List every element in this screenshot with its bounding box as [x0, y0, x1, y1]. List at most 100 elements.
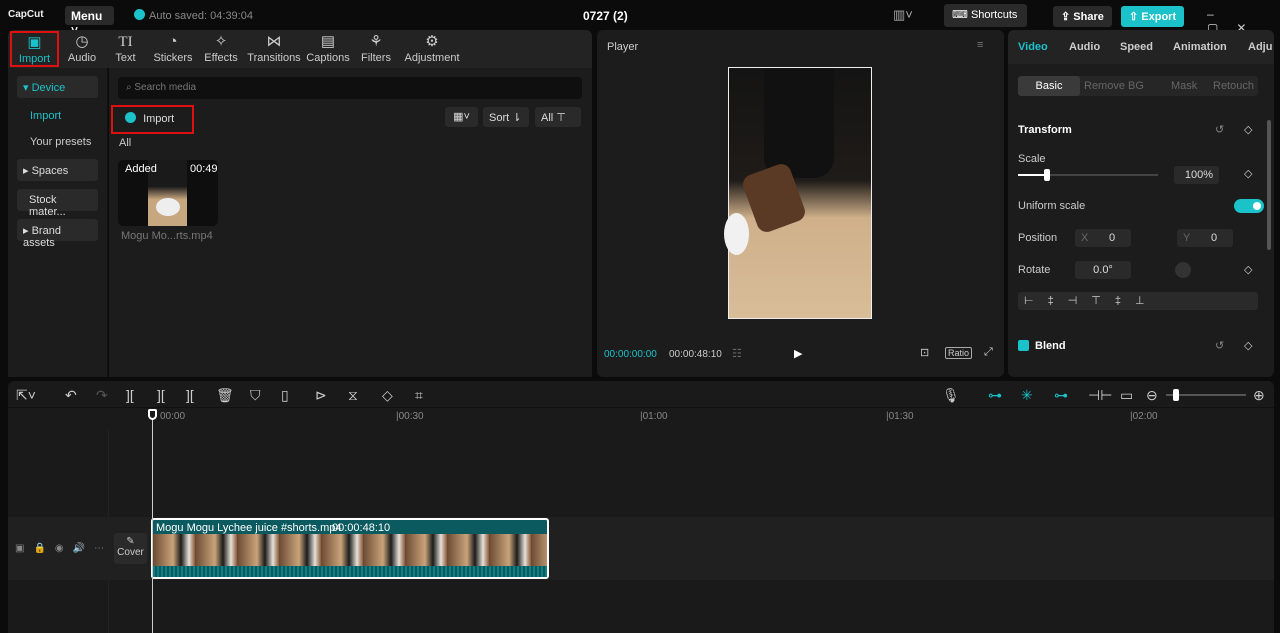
keyframe-icon[interactable]: ◇ [1244, 167, 1252, 180]
sort-button[interactable]: Sort ⇂ [483, 107, 529, 127]
ratio-button[interactable]: Ratio [945, 347, 973, 359]
reverse-icon[interactable]: ⊳ [315, 387, 327, 404]
x-value: 0 [1109, 232, 1116, 244]
magnet-icon[interactable]: ✳ [1021, 387, 1033, 404]
keyframe-icon[interactable]: ◇ [1244, 339, 1252, 352]
tab-audio-props[interactable]: Audio [1069, 41, 1100, 53]
tab-transitions[interactable]: ⋈ Transitions [247, 32, 301, 64]
scrollbar[interactable] [1267, 120, 1271, 250]
keyframe-icon[interactable]: ◇ [1244, 263, 1252, 276]
playhead-handle[interactable] [148, 409, 157, 420]
undo-icon[interactable]: ↶ [65, 387, 77, 404]
playhead[interactable] [152, 411, 153, 633]
track-controls[interactable]: ▣🔒◉🔊⋯ [15, 543, 113, 554]
sidebar-item-presets[interactable]: Your presets [30, 136, 91, 148]
align-toolbar[interactable]: ⊢‡⊣⊤‡⊥ [1018, 292, 1258, 310]
tab-label: Import [18, 53, 51, 65]
sidebar-item-device[interactable]: ▾ Device [17, 76, 98, 98]
tab-captions[interactable]: ▤ Captions [306, 32, 350, 64]
video-clip[interactable]: Mogu Mogu Lychee juice #shorts.mp4 00:00… [151, 518, 549, 579]
play-button[interactable]: ▶ [794, 347, 802, 360]
rotate-input[interactable]: 0.0° [1075, 261, 1131, 279]
ruler-tick: |01:00 [640, 411, 668, 422]
tab-filters[interactable]: ⚘ Filters [359, 32, 393, 64]
tab-adjustment[interactable]: ⚙ Adjustment [403, 32, 461, 64]
uniform-scale-toggle[interactable] [1234, 199, 1264, 213]
player-menu-icon[interactable]: ≡ [977, 39, 983, 51]
timeline-panel: ⇱˅ ↶ ↷ ][ ][ ][ 🗑 ⛉ ▯ ⊳ ⧖ ◇ ⌗ 🎙 ⊶ ✳ ⊶ ⊣⊢… [8, 381, 1274, 633]
tab-audio[interactable]: ◷ Audio [62, 32, 102, 64]
layout-icon[interactable]: ▥˅ [893, 7, 913, 23]
scale-handle[interactable] [1044, 169, 1050, 181]
player-panel: Player ≡ 00:00:00:00 00:00:48:10 ☷ ▶ ⊡ R… [597, 30, 1004, 377]
link-main-track-icon[interactable]: ⊶ [988, 387, 1002, 404]
share-button[interactable]: ⇪ Share [1053, 6, 1112, 27]
crop-icon[interactable]: ⌗ [415, 387, 423, 404]
sidebar-item-brand-assets[interactable]: ▸ Brand assets [17, 219, 98, 249]
subtab-basic[interactable]: Basic [1018, 76, 1080, 96]
linkage-icon[interactable]: ⊶ [1054, 387, 1068, 404]
shortcuts-button[interactable]: ⌨ Shortcuts [944, 4, 1027, 27]
subtab-remove-bg[interactable]: Remove BG [1084, 80, 1144, 92]
feature-tabs: ▣ Import ◷ Audio TI Text ◔ Stickers ✧ Effects… [8, 30, 592, 68]
zoom-out-icon[interactable]: ⊖ [1146, 387, 1158, 404]
tab-label: Transitions [247, 52, 301, 64]
reset-icon[interactable]: ↺ [1215, 339, 1224, 352]
video-preview[interactable] [724, 67, 872, 319]
sidebar-item-import[interactable]: Import [30, 110, 61, 122]
blend-checkbox[interactable] [1018, 340, 1029, 351]
keyframe-icon[interactable]: ◇ [1244, 123, 1252, 136]
subtab-retouch[interactable]: Retouch [1213, 80, 1254, 92]
tab-speed[interactable]: Speed [1120, 41, 1153, 53]
import-button[interactable]: Import [111, 105, 194, 134]
tab-stickers[interactable]: ◔ Stickers [152, 32, 194, 64]
subtab-mask[interactable]: Mask [1171, 80, 1197, 92]
split-left-icon[interactable]: ][ [157, 387, 165, 403]
marker-icon[interactable]: ⛉ [250, 387, 261, 404]
ruler-tick: |01:30 [886, 411, 914, 422]
reset-icon[interactable]: ↺ [1215, 123, 1224, 136]
split-icon[interactable]: ][ [126, 387, 134, 403]
select-tool-icon[interactable]: ⇱˅ [16, 387, 36, 404]
tab-adjust[interactable]: Adju [1248, 41, 1272, 53]
tab-video[interactable]: Video [1018, 41, 1048, 53]
media-thumbnail[interactable]: Added 00:49 [118, 160, 218, 226]
menu-button[interactable]: Menu ˅ [65, 6, 114, 37]
mirror-icon[interactable]: ⧖ [348, 387, 358, 404]
zoom-slider[interactable] [1166, 389, 1246, 401]
audio-icon: ◷ [75, 33, 89, 50]
delete-icon[interactable]: 🗑 [216, 387, 234, 404]
sidebar-item-spaces[interactable]: ▸ Spaces [17, 159, 98, 181]
rotate-dial[interactable] [1175, 262, 1191, 278]
scale-slider[interactable] [1018, 169, 1158, 181]
tab-label: Effects [204, 52, 238, 64]
caption-icon[interactable]: ▭ [1120, 387, 1133, 404]
view-toggle[interactable]: ▦˅ [445, 107, 478, 127]
preview-axis-icon[interactable]: ⊣⊢ [1088, 387, 1112, 404]
microphone-icon[interactable]: 🎙 [942, 387, 960, 404]
search-input[interactable]: ⌕ Search media [118, 77, 582, 99]
position-y-input[interactable]: Y0 [1177, 229, 1233, 247]
sidebar-item-stock[interactable]: Stock mater... [17, 189, 98, 218]
duration: 00:49 [190, 163, 218, 175]
cover-button[interactable]: ✎ Cover [114, 533, 147, 564]
fit-icon[interactable]: ⊡ [920, 346, 929, 359]
tab-effects[interactable]: ✧ Effects [202, 32, 240, 64]
fullscreen-icon[interactable]: ⤢ [984, 346, 993, 359]
tab-label: Adjustment [404, 52, 460, 64]
position-x-input[interactable]: X0 [1075, 229, 1131, 247]
blend-heading[interactable]: Blend [1035, 340, 1066, 352]
redo-icon[interactable]: ↷ [96, 387, 108, 404]
freeze-icon[interactable]: ▯ [281, 387, 289, 404]
transform-heading[interactable]: Transform [1018, 124, 1072, 136]
zoom-in-icon[interactable]: ⊕ [1253, 387, 1265, 404]
timeline-icon[interactable]: ☷ [732, 347, 742, 360]
tab-import[interactable]: ▣ Import [10, 31, 59, 67]
export-button[interactable]: ⇧ Export [1121, 6, 1185, 27]
split-right-icon[interactable]: ][ [186, 387, 194, 403]
tab-text[interactable]: TI Text [108, 32, 143, 64]
rotate-icon[interactable]: ◇ [382, 387, 393, 404]
scale-input[interactable]: 100% [1174, 166, 1219, 184]
filter-button[interactable]: All ⊤ [535, 107, 581, 127]
tab-animation[interactable]: Animation [1173, 41, 1227, 53]
